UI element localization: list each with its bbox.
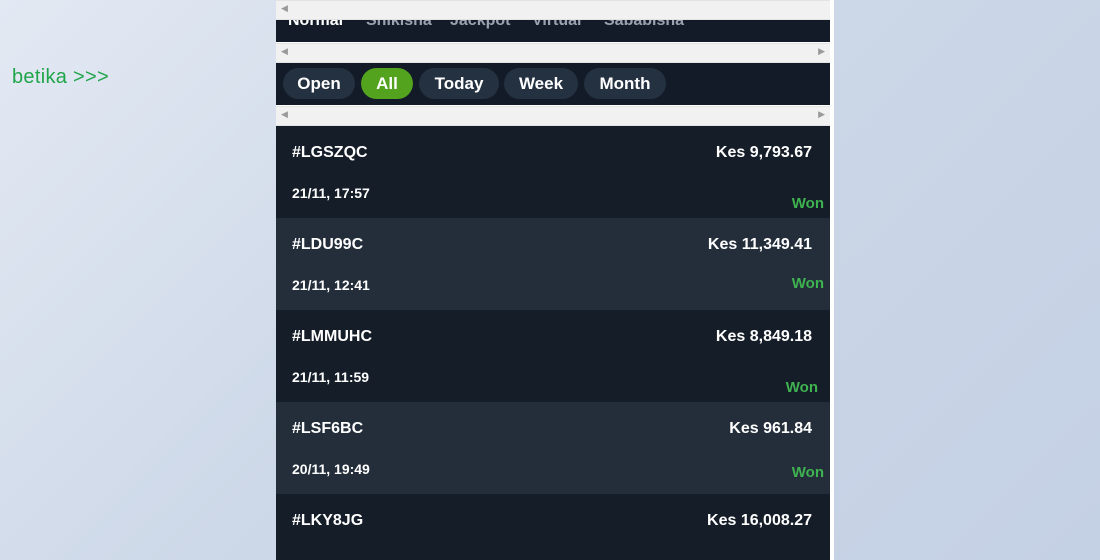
betika-link[interactable]: betika >>> (12, 66, 109, 89)
bet-amount: Kes 8,849.18 (715, 328, 812, 345)
arrow-left-icon[interactable]: ◀ (281, 110, 288, 120)
bet-time: 20/11, 19:49 (292, 461, 370, 477)
bet-amount: Kes 9,793.67 (715, 144, 812, 161)
bet-amount: Kes 16,008.27 (707, 512, 812, 529)
bet-time: 21/11, 17:57 (292, 185, 370, 201)
bet-id: #LKY8JG (292, 512, 364, 529)
bet-row[interactable]: #LDU99C Kes 11,349.41 21/11, 12:41 Won (276, 218, 830, 310)
bet-type-tabs: Normal Shikisha Jackpot Virtual Sababish… (276, 20, 830, 42)
tab-shikisha[interactable]: Shikisha (366, 20, 432, 30)
bet-time: 21/11, 12:41 (292, 277, 370, 293)
filters-scrollbar[interactable]: ◀ ▶ (276, 106, 830, 126)
bet-status-badge: Won (791, 275, 824, 292)
bet-id: #LDU99C (292, 236, 364, 253)
tab-virtual[interactable]: Virtual (532, 20, 582, 30)
bet-status-badge: Won (791, 195, 824, 212)
bet-row[interactable]: #LSF6BC Kes 961.84 20/11, 19:49 Won (276, 402, 830, 494)
bet-id: #LSF6BC (292, 420, 364, 437)
arrow-right-icon[interactable]: ▶ (818, 47, 825, 57)
bet-row[interactable]: #LMMUHC Kes 8,849.18 21/11, 11:59 Won (276, 310, 830, 402)
filter-open-button[interactable]: Open (283, 68, 355, 99)
bet-row[interactable]: #LKY8JG Kes 16,008.27 (276, 494, 830, 560)
bet-history-panel: ◀ Normal Shikisha Jackpot Virtual Sababi… (276, 0, 834, 560)
bet-amount: Kes 961.84 (729, 420, 812, 437)
tab-normal[interactable]: Normal (288, 20, 343, 30)
arrow-left-icon[interactable]: ◀ (281, 47, 288, 57)
arrow-left-icon[interactable]: ◀ (281, 4, 288, 14)
time-filter-bar: Open All Today Week Month (276, 63, 830, 105)
filter-week-button[interactable]: Week (504, 68, 578, 99)
bet-amount: Kes 11,349.41 (707, 236, 812, 253)
bet-status-badge: Won (791, 464, 824, 481)
bet-id: #LMMUHC (292, 328, 372, 345)
arrow-right-icon[interactable]: ▶ (818, 110, 825, 120)
bet-time: 21/11, 11:59 (292, 369, 370, 385)
filter-month-button[interactable]: Month (584, 68, 666, 99)
bet-list: #LGSZQC Kes 9,793.67 21/11, 17:57 Won #L… (276, 126, 830, 560)
tab-jackpot[interactable]: Jackpot (450, 20, 510, 30)
bet-status-badge: Won (785, 379, 818, 396)
tabs-scrollbar[interactable]: ◀ ▶ (276, 43, 830, 63)
bet-id: #LGSZQC (292, 144, 368, 161)
top-scrollbar[interactable]: ◀ (276, 0, 830, 20)
filter-all-button[interactable]: All (361, 68, 413, 99)
tab-sababisha[interactable]: Sababisha (604, 20, 684, 30)
bet-row[interactable]: #LGSZQC Kes 9,793.67 21/11, 17:57 Won (276, 126, 830, 218)
filter-today-button[interactable]: Today (419, 68, 499, 99)
